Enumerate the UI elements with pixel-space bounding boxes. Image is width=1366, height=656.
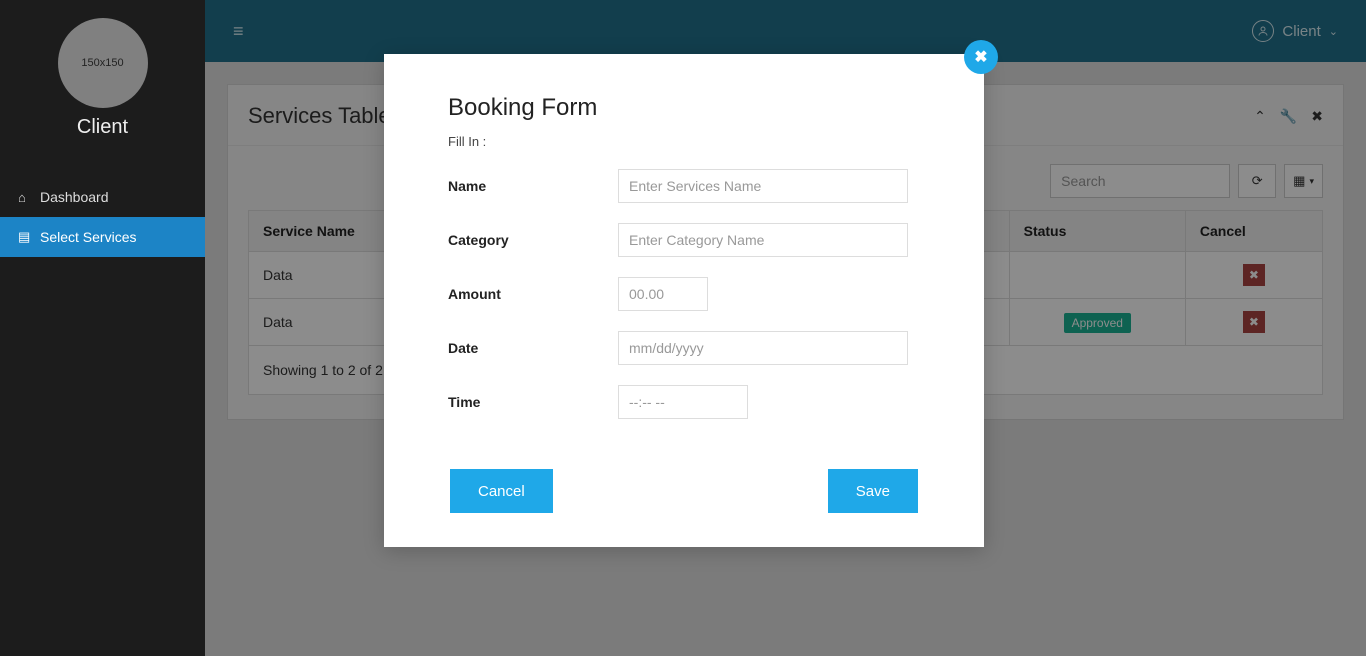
avatar: 150x150 (58, 18, 148, 108)
form-row-category: Category (448, 223, 920, 257)
modal-title: Booking Form (448, 94, 920, 122)
modal-footer: Cancel Save (448, 469, 920, 513)
category-label: Category (448, 232, 618, 248)
home-icon: ⌂ (18, 190, 34, 205)
form-row-date: Date (448, 331, 920, 365)
sidebar-profile: 150x150 Client (0, 0, 205, 149)
category-input[interactable] (618, 223, 908, 257)
sidebar-item-label: Dashboard (40, 189, 109, 205)
form-row-name: Name (448, 169, 920, 203)
sidebar-item-dashboard[interactable]: ⌂ Dashboard (0, 177, 205, 217)
modal-close-button[interactable]: ✖ (964, 40, 998, 74)
modal-subtitle: Fill In : (448, 134, 920, 149)
sidebar-menu: ⌂ Dashboard ▤ Select Services (0, 177, 205, 257)
date-label: Date (448, 340, 618, 356)
name-label: Name (448, 178, 618, 194)
cancel-button[interactable]: Cancel (450, 469, 553, 513)
amount-input[interactable] (618, 277, 708, 311)
amount-label: Amount (448, 286, 618, 302)
booking-modal: ✖ Booking Form Fill In : Name Category A… (384, 54, 984, 547)
form-row-amount: Amount (448, 277, 920, 311)
sidebar-item-label: Select Services (40, 229, 136, 245)
form-row-time: Time (448, 385, 920, 419)
save-button[interactable]: Save (828, 469, 918, 513)
date-input[interactable] (618, 331, 908, 365)
sidebar-username: Client (0, 116, 205, 139)
time-label: Time (448, 394, 618, 410)
sidebar: 150x150 Client ⌂ Dashboard ▤ Select Serv… (0, 0, 205, 656)
time-input[interactable] (618, 385, 748, 419)
sidebar-item-select-services[interactable]: ▤ Select Services (0, 217, 205, 257)
list-icon: ▤ (18, 229, 34, 245)
name-input[interactable] (618, 169, 908, 203)
